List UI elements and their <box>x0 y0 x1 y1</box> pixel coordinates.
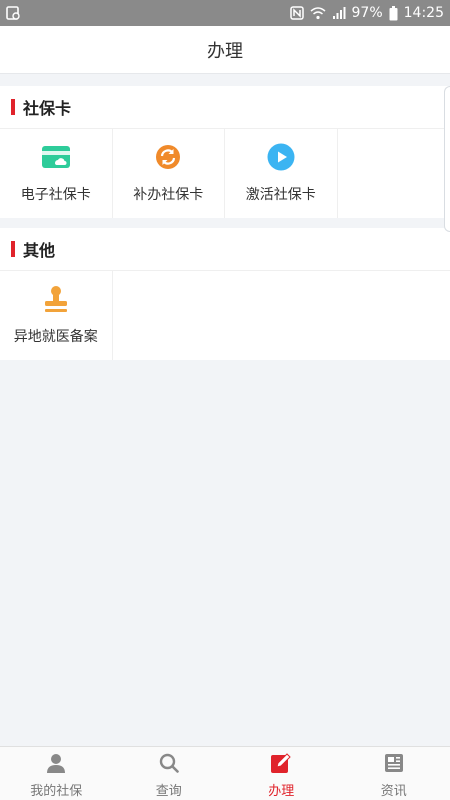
battery-icon <box>389 5 398 21</box>
side-scroll-handle[interactable] <box>444 86 450 232</box>
search-icon <box>158 752 180 774</box>
user-icon <box>45 752 67 774</box>
empty-tile <box>338 129 450 218</box>
play-icon <box>266 142 296 172</box>
service-remote-medical-filing[interactable]: 异地就医备案 <box>0 271 113 360</box>
service-electronic-card[interactable]: 电子社保卡 <box>0 129 113 218</box>
section-header: 其他 <box>0 228 450 271</box>
header: 办理 <box>0 26 450 74</box>
bottom-tab-bar: 我的社保 查询 办理 资讯 <box>0 746 450 800</box>
service-reissue-card[interactable]: 补办社保卡 <box>113 129 225 218</box>
tab-news[interactable]: 资讯 <box>338 747 450 800</box>
section-accent-bar <box>11 99 15 115</box>
service-grid: 异地就医备案 <box>0 271 450 360</box>
section-other: 其他 异地就医备案 <box>0 228 450 360</box>
service-label: 激活社保卡 <box>245 187 316 203</box>
tab-handle[interactable]: 办理 <box>225 747 338 800</box>
battery-percentage: 97% <box>351 5 383 21</box>
refresh-icon <box>153 142 183 172</box>
nfc-icon <box>289 6 304 20</box>
section-social-card: 社保卡 电子社保卡 补办社保卡 激活社保卡 <box>0 86 450 218</box>
section-title: 其他 <box>23 241 56 260</box>
page-title: 办理 <box>207 40 243 62</box>
news-icon <box>383 752 405 774</box>
tab-label: 资讯 <box>380 784 407 799</box>
section-title: 社保卡 <box>23 99 72 118</box>
service-activate-card[interactable]: 激活社保卡 <box>225 129 338 218</box>
tab-label: 查询 <box>155 784 182 799</box>
gallery-icon <box>6 6 20 20</box>
service-label: 异地就医备案 <box>13 329 98 345</box>
service-label: 补办社保卡 <box>133 187 204 203</box>
section-accent-bar <box>11 241 15 257</box>
tab-label: 我的社保 <box>30 784 83 799</box>
stamp-icon <box>41 284 71 314</box>
wifi-icon <box>310 6 326 20</box>
card-icon <box>41 142 71 172</box>
signal-icon <box>332 6 346 20</box>
tab-label: 办理 <box>268 784 295 799</box>
tab-query[interactable]: 查询 <box>113 747 226 800</box>
service-grid: 电子社保卡 补办社保卡 激活社保卡 <box>0 129 450 218</box>
clock: 14:25 <box>403 5 444 21</box>
status-bar: 97% 14:25 <box>0 0 450 26</box>
service-label: 电子社保卡 <box>20 187 91 203</box>
section-header: 社保卡 <box>0 86 450 129</box>
edit-icon <box>270 752 292 774</box>
tab-my-social-security[interactable]: 我的社保 <box>0 747 113 800</box>
